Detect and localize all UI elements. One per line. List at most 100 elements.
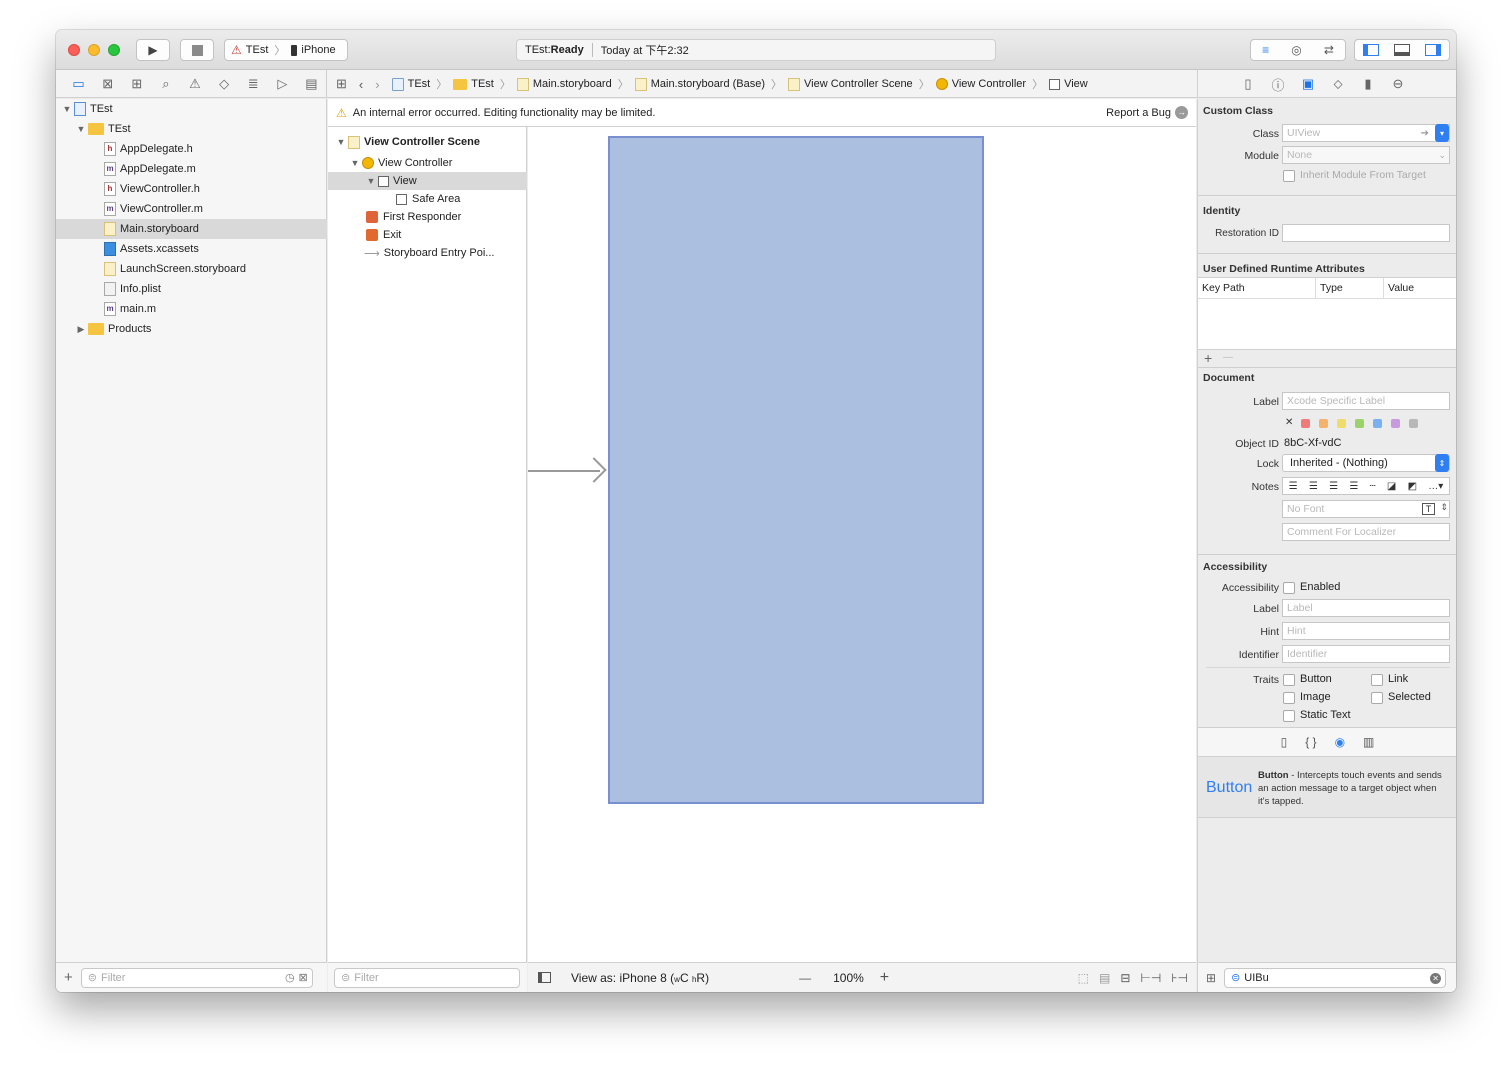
trait-selected-checkbox[interactable]	[1371, 692, 1383, 704]
report-bug-link[interactable]: Report a Bug →	[1106, 106, 1188, 119]
class-popup-chevron-icon[interactable]: ▾	[1435, 124, 1449, 142]
notes-font-field[interactable]: No Font T ⇕	[1282, 500, 1450, 518]
tree-row-project[interactable]: ▼ TEst	[56, 99, 327, 119]
resolve-issues-icon[interactable]: ⊦⊣	[1171, 971, 1188, 985]
zoom-in-button[interactable]: +	[880, 969, 889, 987]
clear-color-label-button[interactable]: ✕	[1285, 417, 1293, 428]
version-editor-icon[interactable]: ⇄	[1324, 43, 1334, 57]
tree-row-file[interactable]: Assets.xcassets	[56, 239, 327, 259]
color-label-purple[interactable]	[1391, 419, 1400, 428]
outline-filter-input[interactable]: ⊜ Filter	[334, 967, 520, 988]
toggle-outline-icon[interactable]	[538, 972, 551, 983]
font-picker-icon[interactable]: T	[1422, 503, 1435, 515]
outline-item[interactable]: First Responder	[328, 208, 527, 226]
add-attribute-button[interactable]: +	[1204, 350, 1212, 366]
entry-point-arrow-head[interactable]	[581, 457, 607, 483]
align-center-icon[interactable]: ☰	[1309, 481, 1318, 492]
crumb-view[interactable]: View	[1049, 78, 1088, 90]
standard-editor-icon[interactable]: ≡	[1262, 43, 1269, 57]
doc-label-field[interactable]: Xcode Specific Label	[1282, 392, 1450, 410]
text-color-icon[interactable]: ◪	[1387, 481, 1396, 492]
disclosure-open-icon[interactable]: ▼	[366, 176, 376, 186]
test-navigator-icon[interactable]: ◇	[210, 76, 239, 92]
disclosure-closed-icon[interactable]: ▶	[76, 324, 86, 335]
crumb-group[interactable]: TEst	[453, 78, 494, 90]
back-arrow-icon[interactable]: ‹	[359, 77, 363, 92]
view-controller-scene-view[interactable]	[608, 136, 984, 804]
attributes-inspector-icon[interactable]: ⬦	[1328, 76, 1348, 92]
forward-arrow-icon[interactable]: ›	[375, 77, 379, 92]
identifier-field[interactable]: Identifier	[1282, 645, 1450, 663]
module-field[interactable]: None ⌄	[1282, 146, 1450, 164]
comment-localizer-field[interactable]: Comment For Localizer	[1282, 523, 1450, 541]
zoom-level[interactable]: 100%	[833, 971, 864, 985]
align-left-icon[interactable]: ☰	[1289, 481, 1298, 492]
view-as-device[interactable]: View as: iPhone 8 (wC hR)	[571, 971, 709, 985]
tree-row-products[interactable]: ▶ Products	[56, 319, 327, 339]
color-label-green[interactable]	[1355, 419, 1364, 428]
object-library-icon[interactable]: ◉	[1335, 735, 1345, 749]
report-navigator-icon[interactable]: ▤	[297, 76, 326, 92]
hint-field[interactable]: Hint	[1282, 622, 1450, 640]
remove-attribute-button[interactable]: —	[1223, 352, 1233, 363]
related-items-icon[interactable]: ⊞	[336, 76, 347, 92]
storyboard-canvas[interactable]	[528, 127, 1196, 962]
align-right-icon[interactable]: ☰	[1329, 481, 1338, 492]
trait-static-text-checkbox[interactable]	[1283, 710, 1295, 722]
tree-row-file[interactable]: h ViewController.h	[56, 179, 327, 199]
assistant-editor-icon[interactable]: ◎	[1291, 43, 1301, 57]
align-justify-icon[interactable]: ☰	[1349, 481, 1358, 492]
restoration-id-field[interactable]	[1282, 224, 1450, 242]
inherit-module-checkbox[interactable]	[1283, 170, 1295, 182]
zoom-out-button[interactable]: —	[799, 971, 811, 985]
crumb-storyboard-base[interactable]: Main.storyboard (Base)	[634, 77, 765, 91]
disclosure-open-icon[interactable]: ▼	[336, 137, 346, 147]
run-button[interactable]: ▶	[136, 39, 170, 61]
color-label-red[interactable]	[1301, 419, 1310, 428]
color-label-orange[interactable]	[1319, 419, 1328, 428]
disclosure-open-icon[interactable]: ▼	[62, 104, 72, 114]
symbol-navigator-icon[interactable]: ⊞	[122, 76, 151, 92]
crumb-view-controller[interactable]: View Controller	[935, 78, 1026, 90]
file-template-library-icon[interactable]: ▯	[1281, 735, 1288, 749]
class-field[interactable]: UIView ➔ ▾	[1282, 124, 1450, 142]
close-window-button[interactable]	[68, 44, 80, 56]
add-constraints-icon[interactable]: ⊢⊣	[1140, 971, 1161, 985]
debug-navigator-icon[interactable]: ≣	[239, 76, 268, 92]
align-icon[interactable]: ⊟	[1120, 971, 1130, 985]
toggle-inspector-icon[interactable]	[1425, 44, 1442, 56]
more-options-icon[interactable]: …▾	[1428, 481, 1443, 492]
toggle-navigator-icon[interactable]	[1362, 44, 1379, 56]
tree-row-file[interactable]: h AppDelegate.h	[56, 139, 327, 159]
column-value[interactable]: Value	[1384, 278, 1456, 298]
tree-row-file[interactable]: m main.m	[56, 299, 327, 319]
disclosure-open-icon[interactable]: ▼	[76, 124, 86, 134]
lock-popup[interactable]: Inherited - (Nothing) ⇕	[1282, 454, 1450, 472]
outline-item[interactable]: Safe Area	[328, 190, 527, 208]
outline-item-selected[interactable]: ▼ View	[328, 172, 527, 190]
tree-row-file-selected[interactable]: Main.storyboard	[56, 219, 327, 239]
acc-label-field[interactable]: Label	[1282, 599, 1450, 617]
library-search-input[interactable]: ⊜ UIBu ✕	[1224, 967, 1447, 988]
font-stepper-icon[interactable]: ⇕	[1440, 502, 1448, 513]
library-item-button[interactable]: Button Button - Intercepts touch events …	[1198, 756, 1456, 818]
trait-link-checkbox[interactable]	[1371, 674, 1383, 686]
accessibility-enabled-checkbox[interactable]	[1283, 582, 1295, 594]
update-frames-icon[interactable]: ⬚	[1078, 971, 1089, 985]
color-label-yellow[interactable]	[1337, 419, 1346, 428]
code-snippet-library-icon[interactable]: { }	[1305, 735, 1316, 749]
minimize-window-button[interactable]	[88, 44, 100, 56]
find-navigator-icon[interactable]: ⌕	[151, 76, 180, 92]
outline-scene[interactable]: ▼ View Controller Scene	[328, 133, 527, 151]
embed-in-stack-icon[interactable]: ▤	[1099, 971, 1110, 985]
disclosure-open-icon[interactable]: ▼	[350, 158, 360, 168]
crumb-storyboard[interactable]: Main.storyboard	[516, 77, 612, 91]
recent-files-icon[interactable]: ◷	[285, 971, 295, 984]
tree-row-group[interactable]: ▼ TEst	[56, 119, 327, 139]
identity-inspector-icon[interactable]: ▣	[1298, 76, 1318, 92]
outline-item[interactable]: ▼ View Controller	[328, 154, 527, 172]
breakpoint-navigator-icon[interactable]: ▷	[268, 76, 297, 92]
size-inspector-icon[interactable]: ▮	[1358, 76, 1378, 92]
column-key-path[interactable]: Key Path	[1198, 278, 1316, 298]
stop-button[interactable]	[180, 39, 214, 61]
